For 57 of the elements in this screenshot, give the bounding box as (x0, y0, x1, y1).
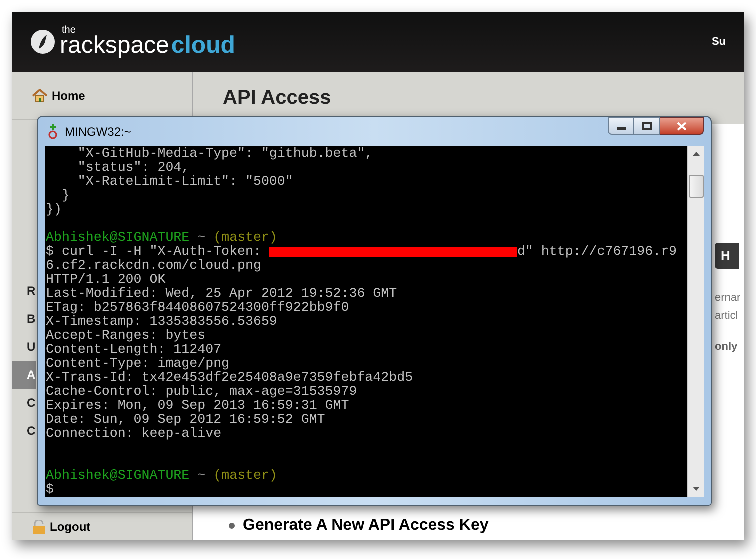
terminal-line: Connection: keep-alive (46, 427, 222, 441)
side-button[interactable]: H (715, 243, 739, 269)
logo-small-text: the (62, 26, 76, 36)
close-icon (676, 122, 686, 130)
support-link[interactable]: Su (712, 34, 726, 50)
sidebar-item[interactable]: C (12, 389, 36, 417)
action-link[interactable]: Generate A New API Access Key (243, 514, 489, 538)
terminal-line: X-Timestamp: 1335383556.53659 (46, 315, 278, 329)
bullet-icon (229, 523, 235, 529)
terminal-line: "status": 204, (76, 161, 190, 175)
maximize-button[interactable] (634, 117, 660, 135)
scroll-down-icon[interactable] (692, 487, 700, 491)
sidebar-item[interactable]: R (12, 277, 36, 305)
prompt-user: Abhishek@SIGNATURE (46, 469, 190, 483)
prompt-path: ~ (198, 231, 206, 245)
page-title: API Access (223, 86, 332, 111)
terminal-line: 6.cf2.rackcdn.com/cloud.png (46, 259, 262, 273)
prompt-branch: (master) (214, 231, 278, 245)
window-title: MINGW32:~ (65, 124, 132, 140)
terminal-line: Content-Type: image/png (46, 357, 230, 371)
prompt-branch: (master) (214, 469, 278, 483)
house-icon (32, 88, 48, 102)
terminal-line: ETag: b257863f84408607524300ff922bb9f0 (46, 301, 350, 315)
terminal-line: $ (46, 483, 54, 497)
logo-text: rackspace (60, 34, 170, 58)
terminal-line: X-Trans-Id: tx42e453df2e25408a9e7359febfa42bd5 (46, 371, 414, 385)
minimize-button[interactable] (608, 117, 634, 135)
minimize-icon (616, 127, 626, 130)
terminal-line: "X-RateLimit-Limit": "5000" (76, 175, 294, 189)
terminal-line: Content-Length: 112407 (46, 343, 222, 357)
command-text: d" http://c767196.r9 (517, 245, 678, 259)
terminal-line: } (60, 189, 70, 203)
terminal-line: Cache-Control: public, max-age=31535979 (46, 385, 358, 399)
terminal-line: Accept-Ranges: bytes (46, 329, 206, 343)
terminal-line: "X-GitHub-Media-Type": "github.beta", (76, 147, 374, 161)
sidebar-item[interactable]: A (12, 361, 36, 389)
maximize-icon (642, 122, 652, 130)
terminal-line: Date: Sun, 09 Sep 2012 16:59:52 GMT (46, 413, 326, 427)
sidebar-item[interactable]: C (12, 417, 36, 445)
sidebar-item[interactable]: U (12, 333, 36, 361)
lock-icon (32, 520, 46, 534)
close-button[interactable] (660, 117, 704, 135)
scroll-up-icon[interactable] (692, 152, 700, 156)
prompt-path: ~ (198, 469, 206, 483)
logo-accent-text: cloud (171, 34, 236, 58)
command-text: $ curl -I -H "X-Auth-Token: (46, 245, 262, 259)
terminal-line: Expires: Mon, 09 Sep 2013 16:59:31 GMT (46, 399, 350, 413)
scroll-thumb[interactable] (688, 175, 704, 198)
git-icon (48, 124, 58, 140)
terminal-line: HTTP/1.1 200 OK (46, 273, 166, 287)
side-bold-text: only (715, 340, 738, 355)
terminal-line: Last-Modified: Wed, 25 Apr 2012 19:52:36 GMT (46, 287, 398, 301)
prompt-user: Abhishek@SIGNATURE (46, 231, 190, 245)
logout-link[interactable]: Logout (12, 512, 192, 540)
logo-icon (30, 29, 56, 55)
terminal-line: }) (46, 203, 62, 217)
sidebar-item[interactable]: B (12, 305, 36, 333)
